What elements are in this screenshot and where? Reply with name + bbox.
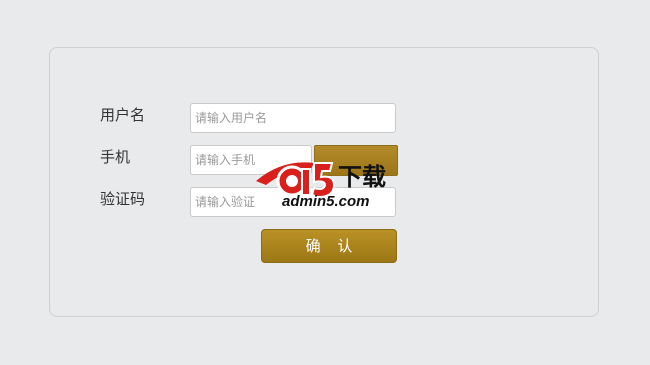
watermark-domain: admin5.com [282,193,370,210]
phone-label: 手机 [100,148,131,166]
a5-logo-icon: 下载 [256,162,386,199]
svg-text:下载: 下载 [338,163,386,191]
verification-code-label: 验证码 [100,190,146,208]
username-label: 用户名 [100,106,146,124]
confirm-button[interactable]: 确 认 [261,229,397,263]
username-input[interactable] [190,103,396,133]
watermark-logo: 下载 admin5.com [252,151,402,221]
